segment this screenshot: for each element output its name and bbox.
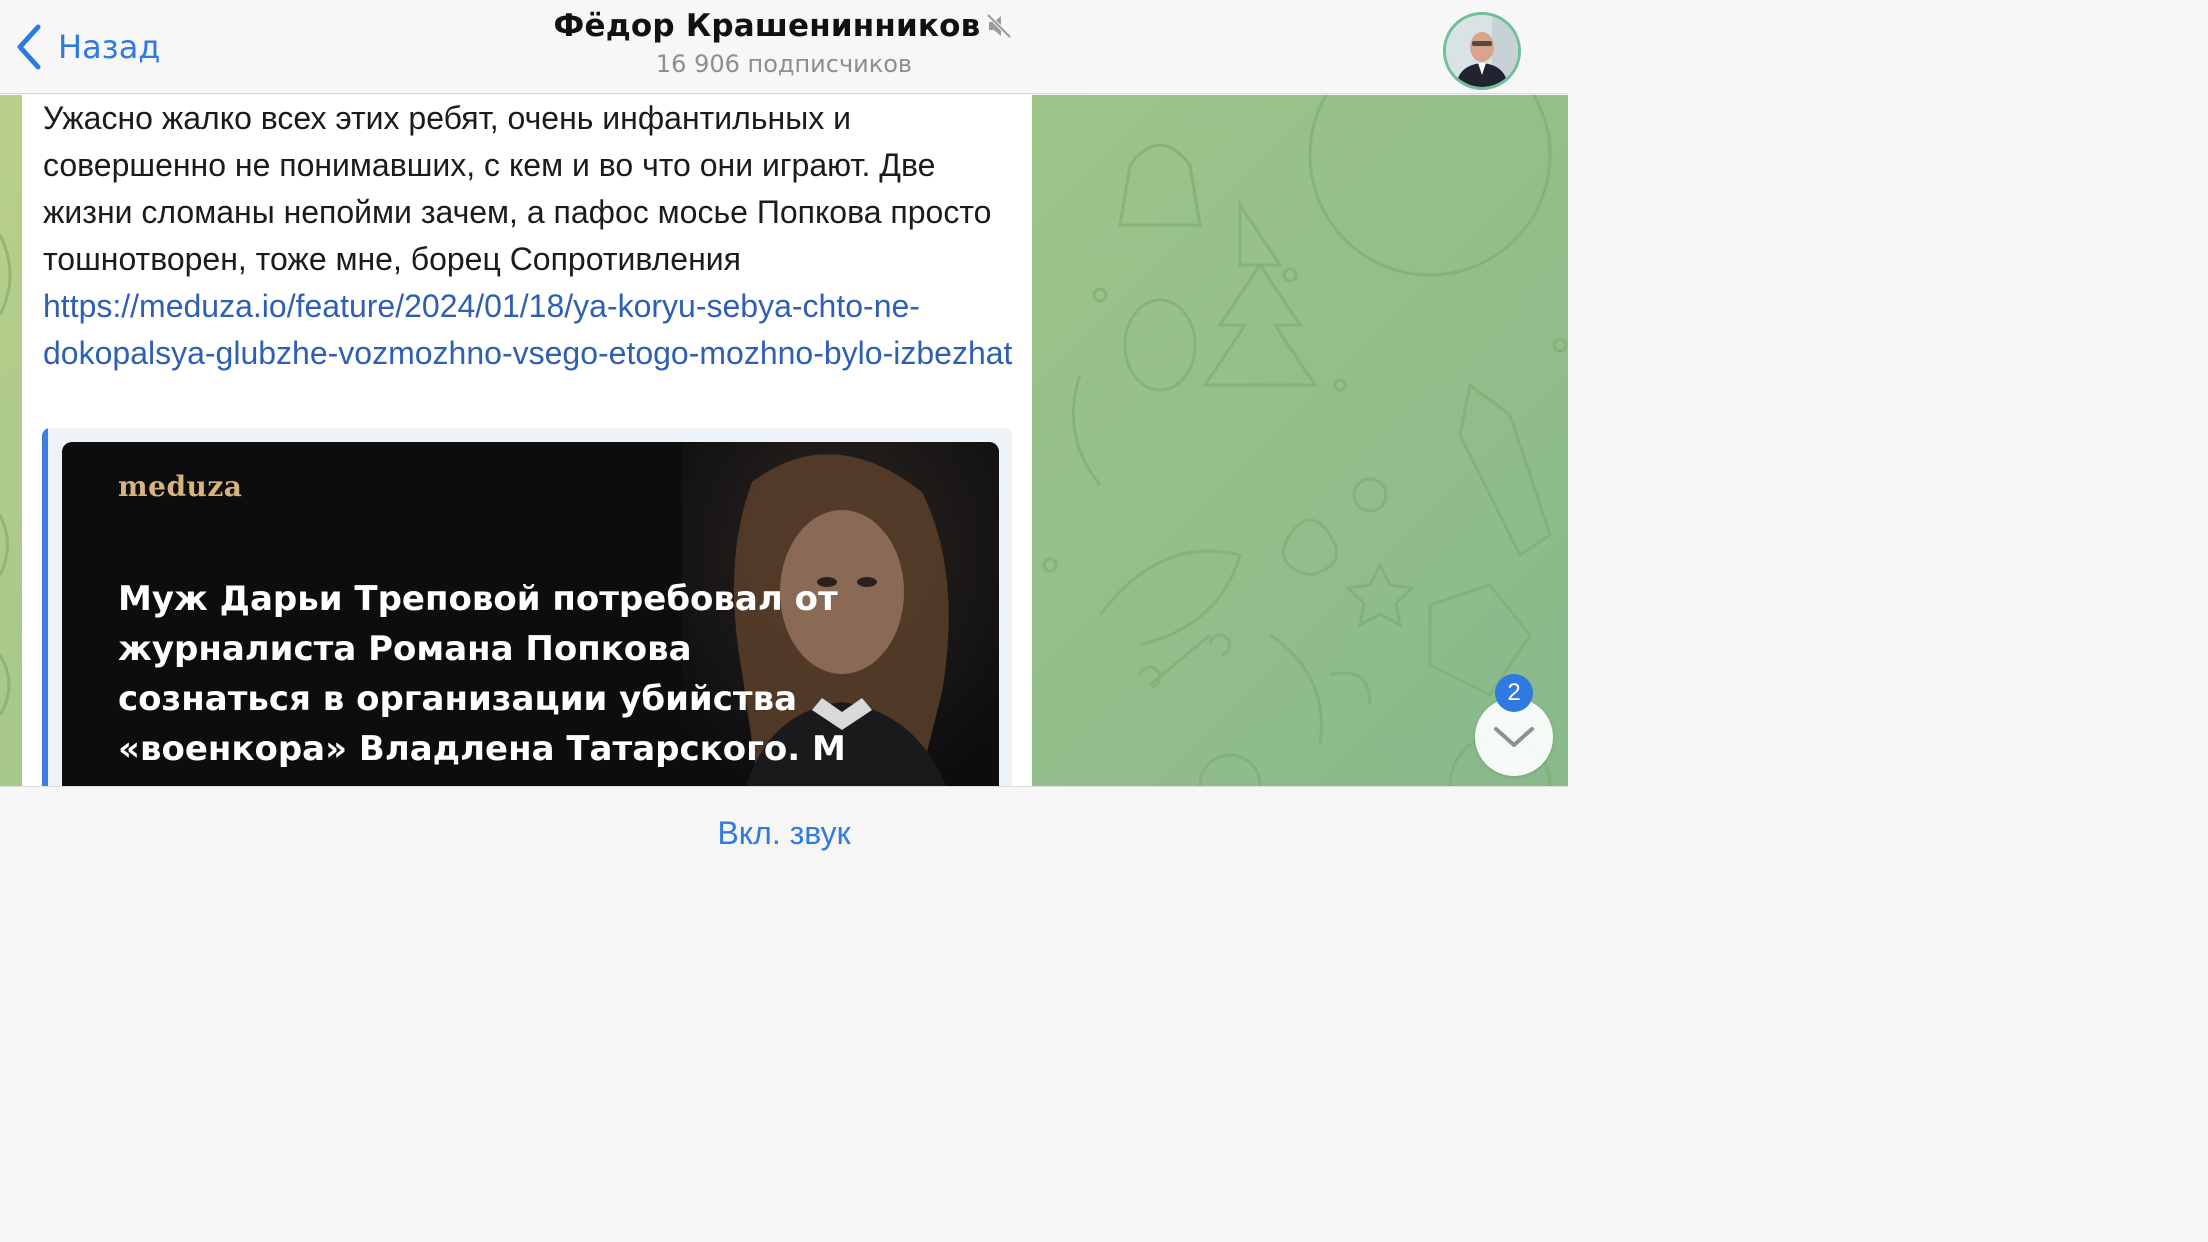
subscriber-count: 16 906 подписчиков (655, 50, 913, 78)
preview-image[interactable]: meduza Муж Дарьи Треповой потребовал от … (62, 442, 999, 786)
preview-brand: meduza (118, 470, 243, 503)
message-text: Ужасно жалко всех этих ребят, очень инфа… (43, 95, 1013, 377)
preview-headline: Муж Дарьи Треповой потребовал от журнали… (118, 579, 846, 769)
channel-info[interactable]: Фёдор Крашенинников 16 906 подписчиков (0, 8, 1568, 78)
unmute-button[interactable]: Вкл. звук (0, 815, 1568, 852)
article-link[interactable]: https://meduza.io/feature/2024/01/18/ya-… (43, 288, 1012, 371)
channel-avatar[interactable] (1443, 12, 1521, 90)
channel-title: Фёдор Крашенинников (553, 8, 981, 44)
chevron-down-icon (1494, 727, 1534, 747)
preview-accent-bar (42, 428, 48, 786)
message-bubble[interactable]: Ужасно жалко всех этих ребят, очень инфа… (22, 95, 1032, 786)
chat-header: Назад Фёдор Крашенинников 16 906 подписч… (0, 0, 1568, 94)
link-preview[interactable]: meduza Муж Дарьи Треповой потребовал от … (42, 428, 1012, 786)
bottom-bar: Вкл. звук (0, 786, 1568, 882)
mute-icon (987, 13, 1012, 39)
unread-badge: 2 (1495, 674, 1533, 712)
message-body: Ужасно жалко всех этих ребят, очень инфа… (43, 100, 992, 277)
